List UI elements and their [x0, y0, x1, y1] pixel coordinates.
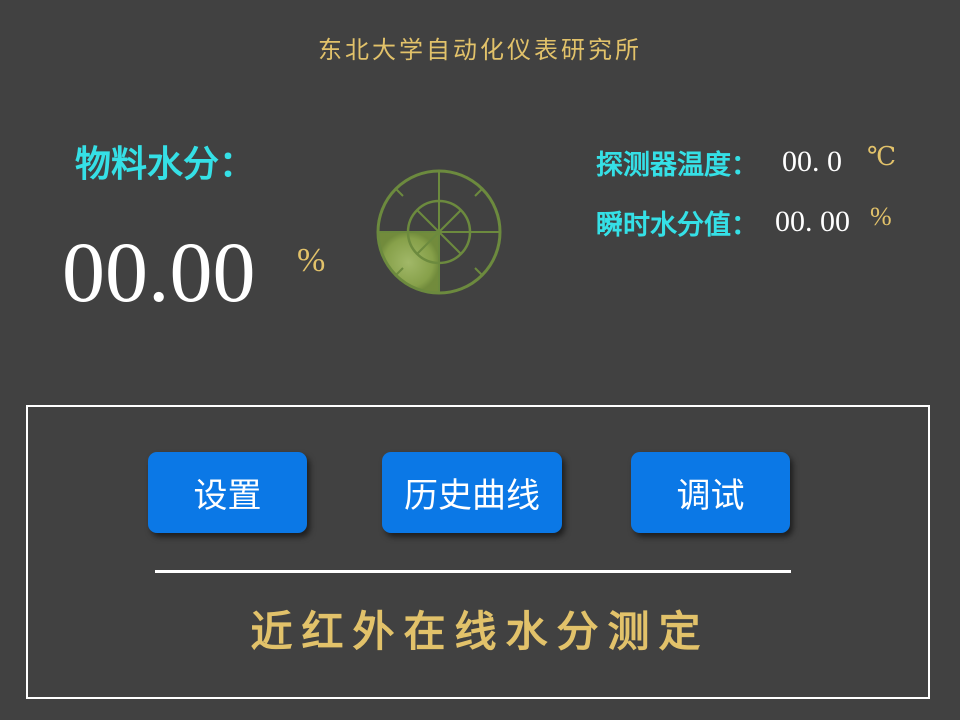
- instant-moisture-value: 00. 00: [775, 205, 850, 238]
- footer-title: 近红外在线水分测定: [250, 607, 710, 656]
- instant-moisture-label: 瞬时水分值：: [596, 210, 758, 241]
- material-moisture-unit: %: [297, 242, 326, 279]
- material-moisture-label: 物料水分：: [75, 144, 256, 185]
- detector-temperature-value: 00. 0: [782, 145, 842, 178]
- history-curve-button[interactable]: 历史曲线: [382, 452, 562, 533]
- material-moisture-value: 00.00: [62, 224, 256, 320]
- radar-gauge-icon: [376, 169, 502, 295]
- detector-temperature-label: 探测器温度：: [596, 150, 758, 181]
- settings-button[interactable]: 设置: [148, 452, 307, 533]
- debug-button[interactable]: 调试: [631, 452, 790, 533]
- detector-temperature-unit: ℃: [867, 142, 897, 171]
- panel-divider: [155, 570, 791, 573]
- instant-moisture-unit: %: [870, 202, 892, 231]
- header-title: 东北大学自动化仪表研究所: [318, 36, 642, 64]
